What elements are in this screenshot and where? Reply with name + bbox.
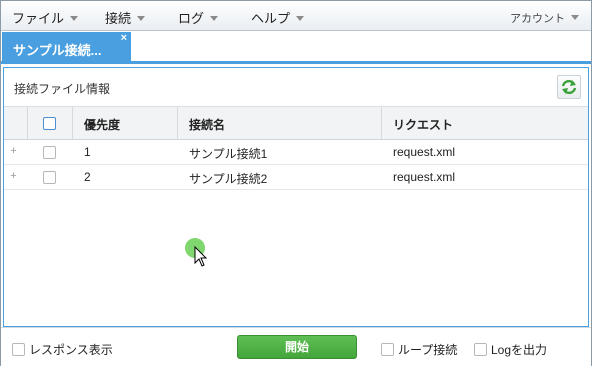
account-label: アカウント <box>510 13 565 25</box>
mouse-cursor-icon <box>194 246 208 267</box>
menu-help-label: ヘルプ <box>251 11 291 26</box>
response-display-label: レスポンス表示 <box>29 343 113 357</box>
row-name: サンプル接続2 <box>189 172 268 186</box>
menu-file-label: ファイル <box>12 11 65 26</box>
start-button[interactable]: 開始 <box>237 335 357 359</box>
tab-strip: サンプル接続... × <box>1 31 591 61</box>
refresh-button[interactable] <box>557 75 581 99</box>
tab-label: サンプル接続... <box>13 43 102 58</box>
column-priority[interactable]: 優先度 <box>73 107 178 139</box>
select-column-header <box>28 107 73 139</box>
table-row[interactable]: + 1 サンプル接続1 request.xml <box>4 140 588 165</box>
menu-connect[interactable]: 接続 <box>105 8 146 27</box>
column-name-label: 接続名 <box>189 118 226 132</box>
row-checkbox[interactable] <box>43 171 56 184</box>
column-request[interactable]: リクエスト <box>382 107 587 139</box>
chevron-down-icon <box>70 16 79 21</box>
refresh-icon <box>561 79 577 95</box>
account-menu[interactable]: アカウント <box>510 10 579 26</box>
response-display-checkbox[interactable] <box>12 343 25 356</box>
expand-column-header <box>4 107 28 139</box>
menu-bar: ファイル 接続 ログ ヘルプ アカウント <box>1 1 591 31</box>
expand-icon[interactable]: + <box>9 171 18 182</box>
footer-bar: レスポンス表示 開始 ループ接続 Logを出力 <box>1 327 591 366</box>
chevron-down-icon <box>137 16 146 21</box>
menu-log-label: ログ <box>178 11 205 26</box>
column-request-label: リクエスト <box>393 118 454 132</box>
table-header: 優先度 接続名 リクエスト <box>4 106 588 140</box>
row-priority: 1 <box>84 145 91 159</box>
row-priority: 2 <box>84 170 91 184</box>
chevron-down-icon <box>210 16 219 21</box>
log-output-checkbox[interactable] <box>474 343 487 356</box>
row-request: request.xml <box>393 170 456 184</box>
tab-underline <box>1 61 591 64</box>
chevron-down-icon <box>296 16 305 21</box>
select-all-checkbox[interactable] <box>43 117 56 130</box>
tab-sample-connection[interactable]: サンプル接続... × <box>2 32 131 61</box>
menu-connect-label: 接続 <box>105 11 132 26</box>
column-priority-label: 優先度 <box>84 118 121 132</box>
close-icon[interactable]: × <box>121 33 127 44</box>
log-output-label: Logを出力 <box>491 343 548 357</box>
table-row[interactable]: + 2 サンプル接続2 request.xml <box>4 165 588 190</box>
loop-connection-checkbox[interactable] <box>381 343 394 356</box>
row-name: サンプル接続1 <box>189 147 268 161</box>
chevron-down-icon <box>571 15 579 20</box>
column-name[interactable]: 接続名 <box>178 107 382 139</box>
panel-title: 接続ファイル情報 <box>14 82 111 96</box>
row-request: request.xml <box>393 145 456 159</box>
loop-connection-label: ループ接続 <box>398 343 458 357</box>
menu-log[interactable]: ログ <box>178 8 219 27</box>
row-checkbox[interactable] <box>43 146 56 159</box>
expand-icon[interactable]: + <box>9 146 18 157</box>
menu-file[interactable]: ファイル <box>12 8 79 27</box>
menu-help[interactable]: ヘルプ <box>251 8 305 27</box>
connection-file-panel: 接続ファイル情報 優先度 接続名 リクエスト + 1 サンプル接続1 reque… <box>3 67 589 327</box>
